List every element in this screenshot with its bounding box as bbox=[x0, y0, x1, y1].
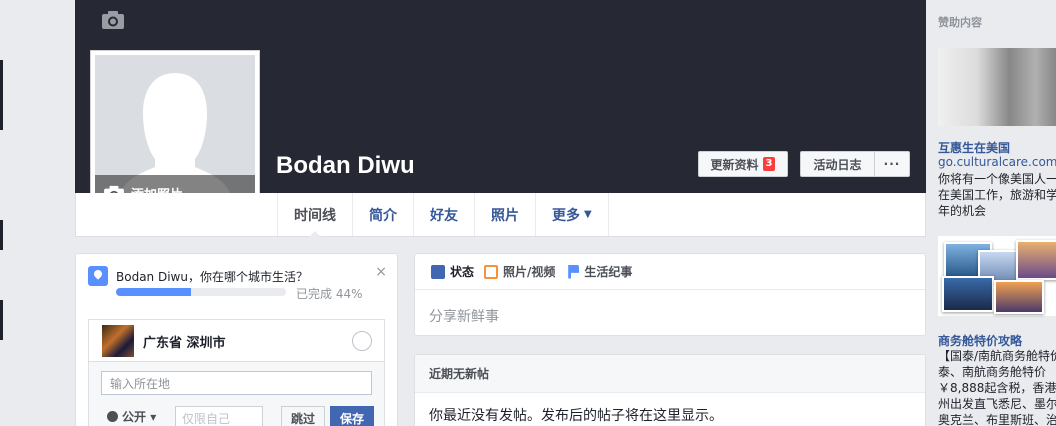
photo-icon bbox=[484, 264, 499, 279]
composer-tab-status[interactable]: 状态 bbox=[431, 263, 474, 280]
suggestion-radio[interactable] bbox=[352, 331, 372, 351]
ad-url[interactable]: go.culturalcare.com bbox=[938, 155, 1056, 169]
ad-image[interactable] bbox=[938, 236, 1056, 316]
ad-text-line: 州出发直飞悉尼、墨尔 bbox=[938, 397, 1056, 411]
save-button[interactable]: 保存 bbox=[330, 406, 374, 426]
profile-nav: 时间线 简介 好友 照片 更多 ▼ bbox=[75, 193, 926, 237]
right-sidebar: 赞助内容 互惠生在美国 go.culturalcare.com 你将有一个像美国… bbox=[926, 0, 1056, 426]
ad-text-line: 【国泰/南航商务舱特价 bbox=[938, 349, 1056, 363]
camera-icon[interactable] bbox=[101, 10, 125, 30]
ad-title[interactable]: 商务舱特价攻略 bbox=[938, 332, 1022, 349]
update-badge: 3 bbox=[762, 157, 776, 171]
ad-text-line: 泰、南航商务舱特价 bbox=[938, 365, 1047, 379]
privacy-selector[interactable]: 公开 ▾ bbox=[107, 408, 156, 425]
composer-tab-label: 状态 bbox=[450, 265, 475, 279]
activity-log-button[interactable]: 活动日志 bbox=[800, 151, 875, 177]
tab-photos[interactable]: 照片 bbox=[475, 193, 536, 236]
tab-timeline[interactable]: 时间线 bbox=[278, 193, 353, 237]
location-suggestion[interactable]: 广东省 深圳市 bbox=[89, 320, 384, 362]
left-edge bbox=[0, 0, 8, 426]
composer-tab-photo[interactable]: 照片/视频 bbox=[484, 263, 555, 280]
close-icon[interactable]: × bbox=[375, 264, 387, 280]
more-options-button[interactable]: ··· bbox=[874, 151, 910, 177]
recent-posts-card: 近期无新帖 你最近没有发帖。发布后的帖子将在这里显示。 bbox=[414, 354, 926, 426]
profile-picture[interactable]: 添加照片 bbox=[90, 50, 260, 217]
tab-friends[interactable]: 好友 bbox=[414, 193, 475, 236]
ad-text-line: 在美国工作，旅游和学 bbox=[938, 188, 1056, 202]
recent-message: 你最近没有发帖。发布后的帖子将在这里显示。 bbox=[429, 408, 723, 424]
location-pin-icon bbox=[88, 266, 108, 286]
location-selector: 广东省 深圳市 输入所在地 公开 ▾ 仅限自己 跳过 保存 bbox=[88, 319, 385, 426]
ad-image[interactable] bbox=[938, 48, 1056, 126]
sponsored-heading: 赞助内容 bbox=[938, 16, 982, 29]
location-thumbnail bbox=[102, 325, 134, 357]
ad-title[interactable]: 互惠生在美国 bbox=[938, 139, 1010, 156]
privacy-label: 公开 bbox=[122, 410, 147, 424]
composer-tab-label: 照片/视频 bbox=[503, 265, 556, 279]
location-input[interactable]: 输入所在地 bbox=[101, 371, 372, 395]
tab-more-label: 更多 bbox=[552, 207, 580, 224]
ad-text-line: ￥8,888起含税，香港、 bbox=[938, 381, 1056, 395]
profile-name[interactable]: Bodan Diwu bbox=[276, 152, 415, 180]
flag-icon bbox=[568, 264, 580, 279]
city-prompt-card: Bodan Diwu，你在哪个城市生活？ × 已完成 44% 广东省 深圳市 输… bbox=[75, 253, 398, 426]
ad-text-line: 年的机会 bbox=[938, 204, 987, 218]
progress-fill bbox=[116, 288, 191, 296]
tab-more[interactable]: 更多 ▼ bbox=[536, 193, 609, 236]
composer-tab-life-event[interactable]: 生活纪事 bbox=[565, 263, 632, 280]
post-composer: 状态 照片/视频 生活纪事 分享新鲜事 bbox=[414, 253, 926, 336]
pencil-icon bbox=[431, 264, 445, 279]
composer-tab-label: 生活纪事 bbox=[584, 265, 633, 279]
suggestion-name: 广东省 深圳市 bbox=[143, 336, 226, 351]
progress-text: 已完成 44% bbox=[296, 287, 363, 301]
ad-text-line: 奥克兰、布里斯班、治 bbox=[938, 413, 1056, 426]
completion-progress-bar bbox=[116, 288, 286, 296]
only-me-option[interactable]: 仅限自己 bbox=[175, 406, 263, 426]
caret-down-icon: ▼ bbox=[584, 209, 592, 220]
city-question: Bodan Diwu，你在哪个城市生活？ bbox=[116, 270, 308, 284]
globe-icon bbox=[107, 411, 118, 422]
update-info-button[interactable]: 更新资料 3 bbox=[698, 151, 788, 177]
composer-input[interactable]: 分享新鲜事 bbox=[429, 306, 499, 326]
ad-text-line: 你将有一个像美国人一 bbox=[938, 172, 1056, 186]
skip-button[interactable]: 跳过 bbox=[281, 406, 325, 426]
tab-about[interactable]: 简介 bbox=[353, 193, 414, 236]
recent-heading: 近期无新帖 bbox=[415, 355, 925, 393]
update-info-label: 更新资料 bbox=[710, 157, 759, 172]
